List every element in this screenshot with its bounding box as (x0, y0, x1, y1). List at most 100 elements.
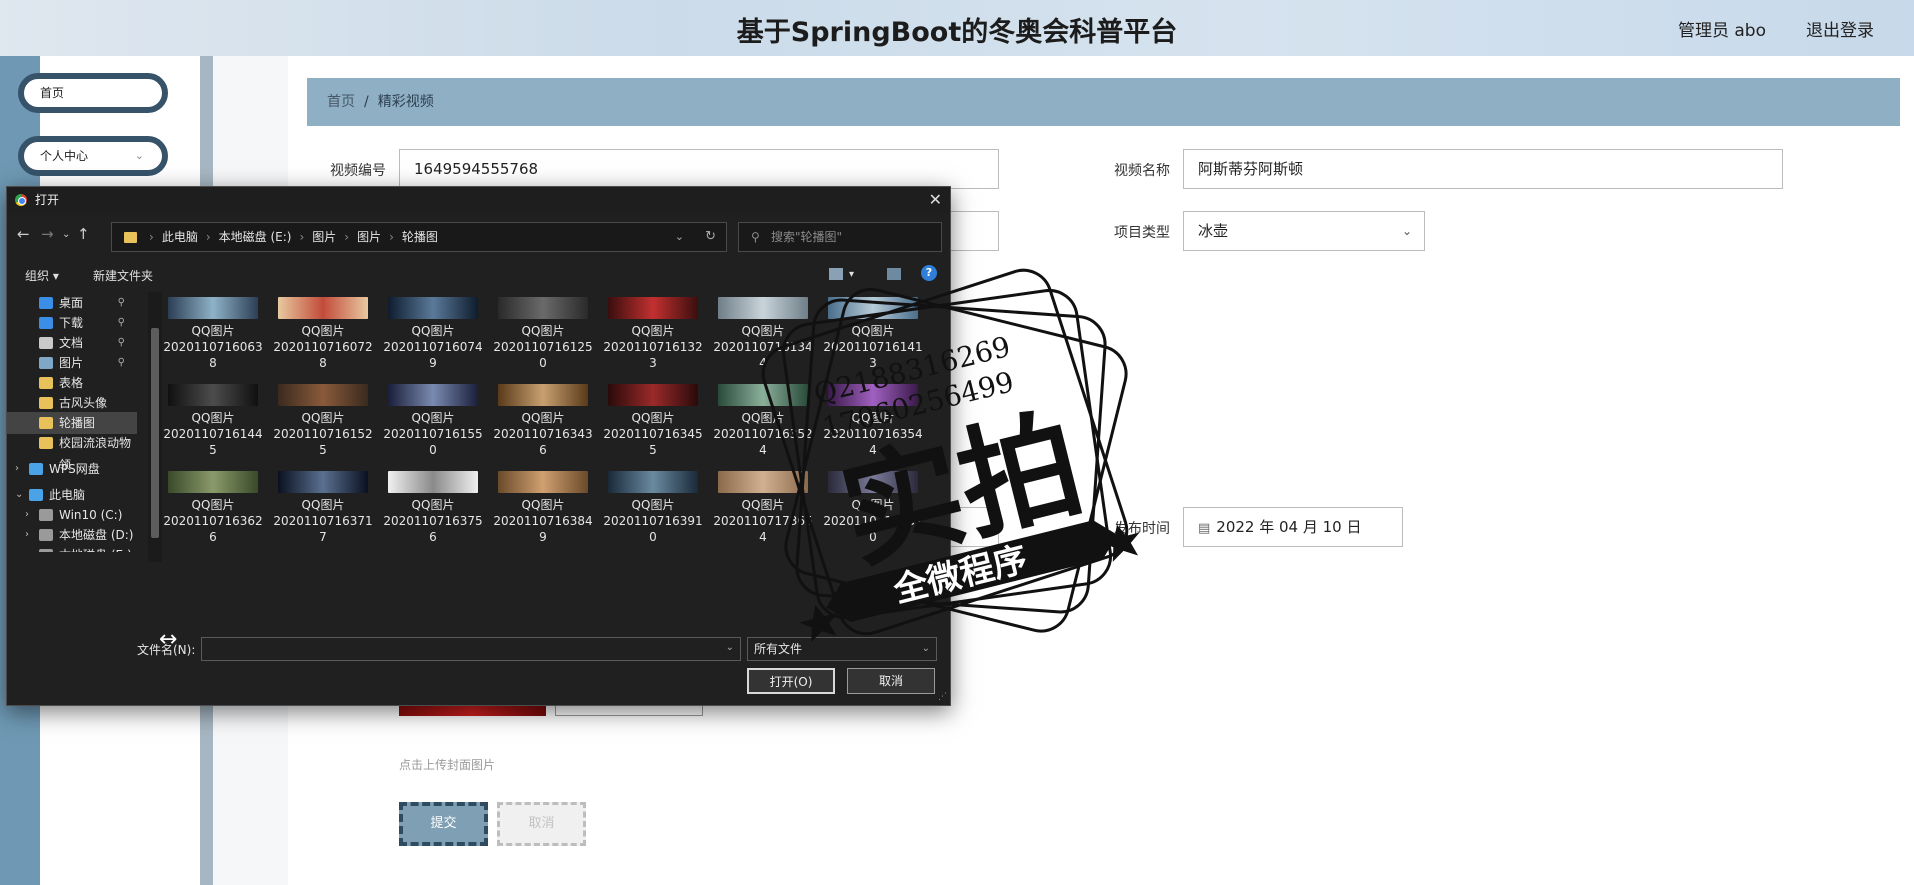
tree-item-label: 古风头像 (59, 396, 108, 410)
new-folder-button[interactable]: 新建文件夹 (93, 267, 153, 284)
cancel-button[interactable]: 取消 (497, 802, 586, 846)
address-crumb[interactable]: 图片 (312, 230, 336, 244)
tree-item[interactable]: 下载 ⚲ (7, 312, 137, 334)
dialog-search-input[interactable]: ⚲ 搜索"轮播图" (738, 222, 942, 252)
tree-item[interactable]: 桌面 ⚲ (7, 292, 137, 314)
folder-icon (39, 397, 53, 409)
organize-menu[interactable]: 组织 ▾ (25, 267, 59, 284)
up-arrow-icon[interactable]: ↑ (77, 225, 90, 243)
file-item[interactable]: QQ图片 20201107160749 (379, 297, 487, 383)
tree-item-label: 轮播图 (59, 416, 96, 430)
file-number: 20201107161344 (713, 340, 813, 370)
tree-item[interactable]: › Win10 (C:) (7, 504, 137, 526)
filename-input[interactable]: ⌄ (201, 637, 741, 661)
file-number: 20201107163849 (493, 514, 593, 544)
file-item[interactable]: QQ图片 20201107173654 (709, 471, 817, 557)
file-item[interactable]: QQ图片 20201107173810 (819, 471, 927, 557)
view-options-icon[interactable] (829, 268, 843, 280)
tree-item[interactable]: 文档 ⚲ (7, 332, 137, 354)
file-thumbnail (498, 384, 588, 406)
pin-icon[interactable]: ⚲ (118, 312, 125, 334)
open-button[interactable]: 打开(O) (747, 668, 835, 694)
video-name-input[interactable]: 阿斯蒂芬阿斯顿 (1183, 149, 1783, 189)
file-item[interactable]: QQ图片 20201107163436 (489, 384, 597, 470)
admin-label: 管理员 abo (1677, 21, 1766, 41)
sidebar-item-label: 首页 (40, 86, 65, 100)
back-arrow-icon[interactable]: ← (17, 225, 30, 243)
address-crumb[interactable]: 本地磁盘 (E:) (219, 230, 292, 244)
tree-item[interactable]: › 本地磁盘 (E:) (7, 544, 137, 552)
file-thumbnail (388, 297, 478, 319)
expand-chevron-icon[interactable]: › (25, 504, 29, 526)
help-icon[interactable]: ? (921, 265, 937, 281)
forward-arrow-icon[interactable]: → (41, 225, 54, 243)
address-crumb[interactable]: 此电脑 (162, 230, 198, 244)
file-name: QQ图片 (631, 324, 675, 338)
tree-item[interactable]: 表格 (7, 372, 137, 394)
chevron-down-icon[interactable]: ⌄ (726, 642, 734, 653)
tree-item[interactable]: › WPS网盘 (7, 458, 137, 480)
chevron-down-icon[interactable]: ▾ (849, 269, 854, 280)
submit-button[interactable]: 提交 (399, 802, 488, 846)
sidebar-item-personal-center[interactable]: 个人中心 ⌄ (18, 136, 168, 176)
file-item[interactable]: QQ图片 20201107161413 (819, 297, 927, 383)
file-name: QQ图片 (191, 411, 235, 425)
close-icon[interactable]: ✕ (929, 187, 942, 213)
address-crumb[interactable]: 轮播图 (402, 230, 438, 244)
resize-grip-icon[interactable]: ⋰ (938, 692, 947, 702)
dialog-cancel-button[interactable]: 取消 (847, 668, 935, 694)
tree-item[interactable]: 轮播图 (7, 412, 137, 434)
file-number: 20201107160749 (383, 340, 483, 370)
file-item[interactable]: QQ图片 20201107161323 (599, 297, 707, 383)
file-item[interactable]: QQ图片 20201107161525 (269, 384, 377, 470)
publish-time-picker[interactable]: ▤ 2022 年 04 月 10 日 (1183, 507, 1403, 547)
address-bar[interactable]: › 此电脑 › 本地磁盘 (E:) › 图片 › 图片 › 轮播图 ⌄ ↻ (111, 222, 727, 252)
refresh-icon[interactable]: ↻ (705, 223, 716, 251)
file-name: QQ图片 (411, 411, 455, 425)
file-item[interactable]: QQ图片 20201107161445 (159, 384, 267, 470)
file-item[interactable]: QQ图片 20201107160728 (269, 297, 377, 383)
file-item[interactable]: QQ图片 20201107163524 (709, 384, 817, 470)
file-item[interactable]: QQ图片 20201107163756 (379, 471, 487, 557)
file-item[interactable]: QQ图片 20201107163626 (159, 471, 267, 557)
expand-chevron-icon[interactable]: › (25, 544, 29, 552)
tree-item[interactable]: 古风头像 (7, 392, 137, 414)
sidebar-item-home[interactable]: 首页 (18, 73, 168, 113)
tree-item-label: 桌面 (59, 296, 84, 310)
address-crumb[interactable]: 图片 (357, 230, 381, 244)
tree-item[interactable]: 校园流浪动物领 (7, 432, 137, 472)
expand-chevron-icon[interactable]: › (15, 458, 19, 480)
file-item[interactable]: QQ图片 20201107160638 (159, 297, 267, 383)
expand-chevron-icon[interactable]: ⌄ (15, 484, 23, 506)
file-item[interactable]: QQ图片 20201107161344 (709, 297, 817, 383)
file-item[interactable]: QQ图片 20201107161550 (379, 384, 487, 470)
pin-icon[interactable]: ⚲ (118, 352, 125, 374)
filetype-select[interactable]: 所有文件 ⌄ (747, 637, 937, 661)
file-item[interactable]: QQ图片 20201107163717 (269, 471, 377, 557)
video-id-input[interactable]: 1649594555768 (399, 149, 999, 189)
recent-dropdown-icon[interactable]: ⌄ (62, 229, 70, 240)
file-number: 20201107161525 (273, 427, 373, 457)
file-number: 20201107161413 (823, 340, 923, 370)
logout-link[interactable]: 退出登录 (1806, 16, 1874, 41)
file-name: QQ图片 (851, 324, 895, 338)
expand-chevron-icon[interactable]: › (25, 524, 29, 546)
preview-pane-icon[interactable] (887, 268, 901, 280)
file-name: QQ图片 (741, 411, 785, 425)
file-thumbnail (278, 384, 368, 406)
tree-item[interactable]: › 本地磁盘 (D:) (7, 524, 137, 546)
file-item[interactable]: QQ图片 20201107163455 (599, 384, 707, 470)
pin-icon[interactable]: ⚲ (118, 292, 125, 314)
folder-icon (39, 417, 53, 429)
tree-item[interactable]: 图片 ⚲ (7, 352, 137, 374)
breadcrumb-home-link[interactable]: 首页 (327, 94, 355, 110)
file-item[interactable]: QQ图片 20201107163544 (819, 384, 927, 470)
pin-icon[interactable]: ⚲ (118, 332, 125, 354)
address-dropdown-icon[interactable]: ⌄ (675, 223, 684, 251)
file-item[interactable]: QQ图片 20201107163910 (599, 471, 707, 557)
tree-item[interactable]: ⌄ 此电脑 (7, 484, 137, 506)
project-type-select[interactable]: 冰壶 ⌄ (1183, 211, 1425, 251)
file-item[interactable]: QQ图片 20201107161250 (489, 297, 597, 383)
scrollbar-thumb[interactable] (151, 328, 159, 538)
file-item[interactable]: QQ图片 20201107163849 (489, 471, 597, 557)
